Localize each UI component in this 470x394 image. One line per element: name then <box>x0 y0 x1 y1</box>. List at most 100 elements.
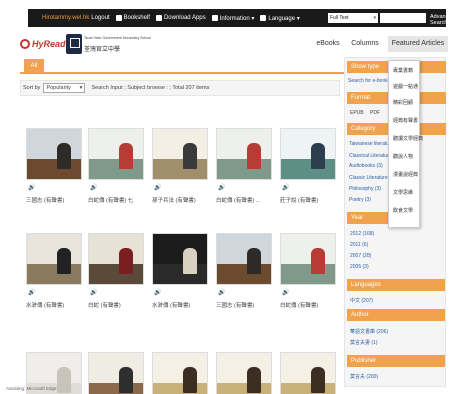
hyread-logo[interactable]: HyRead <box>20 39 66 49</box>
book-title[interactable]: 白蛇傳 (有聲書) <box>280 301 318 309</box>
cover-art <box>89 353 143 383</box>
popup-menu-item[interactable]: 聽讀文學經典 <box>393 135 423 142</box>
search-input[interactable] <box>380 13 426 23</box>
book-title[interactable]: 莊子說 (有聲書) <box>280 196 318 204</box>
book-title[interactable]: 水滸傳 (有聲書) <box>152 301 190 309</box>
audio-icon[interactable]: 🔊 <box>90 289 97 296</box>
book-item[interactable] <box>26 233 82 285</box>
audio-icon[interactable]: 🔊 <box>154 289 161 296</box>
user-name[interactable]: Hirotammy.wel.hk <box>42 15 89 21</box>
popup-menu-item[interactable]: 遊戲一點通 <box>393 83 418 90</box>
book-item[interactable] <box>88 128 144 180</box>
book-item[interactable] <box>280 128 336 180</box>
book-title[interactable]: 三國志 (有聲書) <box>216 301 254 309</box>
book-cover[interactable] <box>152 233 208 285</box>
audio-icon[interactable]: 🔊 <box>28 289 35 296</box>
audio-icon[interactable]: 🔊 <box>90 184 97 191</box>
book-cover[interactable] <box>216 233 272 285</box>
publisher-item[interactable]: 莫言夫 (200) <box>350 373 378 380</box>
book-cover[interactable] <box>280 128 336 180</box>
format-heading[interactable]: Format <box>347 92 391 104</box>
category-item[interactable]: Poetry (3) <box>349 197 371 203</box>
book-cover[interactable] <box>26 128 82 180</box>
format-pdf[interactable]: PDF <box>370 110 380 116</box>
author-item[interactable]: 華語文書庫 (206) <box>350 328 388 335</box>
book-cover[interactable] <box>88 352 144 394</box>
popup-highlight <box>416 123 446 135</box>
popup-menu-item[interactable]: 精彩回顧 <box>393 99 413 106</box>
audio-icon[interactable]: 🔊 <box>218 289 225 296</box>
nav-ebooks[interactable]: eBooks <box>314 36 342 52</box>
book-item[interactable] <box>88 233 144 285</box>
year-heading[interactable]: Year <box>347 212 391 224</box>
audio-icon[interactable]: 🔊 <box>282 184 289 191</box>
year-item[interactable]: 2012 (168) <box>350 231 374 237</box>
show-type-ebook-link[interactable]: Search for e-book <box>348 78 388 84</box>
cover-art <box>217 129 271 159</box>
book-item[interactable] <box>152 352 208 394</box>
audio-icon[interactable]: 🔊 <box>28 184 35 191</box>
audio-icon[interactable]: 🔊 <box>282 289 289 296</box>
book-cover[interactable] <box>216 128 272 180</box>
download-apps-link[interactable]: Download Apps <box>155 15 206 21</box>
category-item[interactable]: Audiobooks (3) <box>349 163 383 169</box>
popup-menu-item[interactable]: 專業書籍 <box>393 67 413 74</box>
author-item[interactable]: 莫言夫妻 (1) <box>350 339 378 346</box>
category-item[interactable]: Classical Literature <box>349 153 392 159</box>
audio-icon[interactable]: 🔊 <box>154 184 161 191</box>
audio-icon[interactable]: 🔊 <box>218 184 225 191</box>
information-menu[interactable]: Information ▾ <box>211 15 254 22</box>
sort-select[interactable]: Popularity <box>43 83 86 93</box>
book-cover[interactable] <box>216 352 272 394</box>
tab-all[interactable]: All <box>24 59 44 73</box>
book-title[interactable]: 水滸傳 (有聲書) <box>26 301 64 309</box>
language-item[interactable]: 中文 (207) <box>350 297 373 304</box>
book-item[interactable] <box>88 352 144 394</box>
book-title[interactable]: 三國志 (有聲書) <box>26 196 64 204</box>
logout-link[interactable]: Logout <box>91 15 109 21</box>
search-scope-select[interactable]: Full Text <box>328 13 378 23</box>
year-item[interactable]: 2011 (6) <box>350 242 368 248</box>
nav-featured-articles[interactable]: Featured Articles <box>388 36 448 52</box>
publisher-heading[interactable]: Publisher <box>347 355 445 367</box>
book-title[interactable]: 白蛇傳 (有聲書) 七 <box>88 196 133 204</box>
book-cover[interactable] <box>152 128 208 180</box>
popup-menu-item[interactable]: 飲食文學 <box>393 207 413 214</box>
nav-columns[interactable]: Columns <box>350 36 380 52</box>
popup-menu-item[interactable]: 聽說人物 <box>393 153 413 160</box>
book-title[interactable]: 白蛇 (有聲書) <box>88 301 121 309</box>
cover-figure <box>247 143 261 169</box>
year-item[interactable]: 2007 (28) <box>350 253 371 259</box>
bookshelf-link[interactable]: Bookshelf <box>115 15 150 21</box>
book-item[interactable] <box>216 233 272 285</box>
show-type-heading[interactable]: Show type <box>347 61 391 73</box>
book-item[interactable] <box>216 128 272 180</box>
category-item[interactable]: Philosophy (3) <box>349 186 381 192</box>
book-item[interactable] <box>280 233 336 285</box>
book-item[interactable] <box>152 233 208 285</box>
languages-heading[interactable]: Languages <box>347 279 445 291</box>
book-cover[interactable] <box>26 233 82 285</box>
book-cover[interactable] <box>280 352 336 394</box>
language-menu[interactable]: Language ▾ <box>260 15 300 22</box>
author-heading[interactable]: Author <box>347 309 445 321</box>
book-cover[interactable] <box>88 128 144 180</box>
book-title[interactable]: 孫子兵法 (有聲書) <box>152 196 196 204</box>
book-cover[interactable] <box>152 352 208 394</box>
popup-menu-item[interactable]: 漫畫說經典 <box>393 171 418 178</box>
advanced-search-link[interactable]: Advanced Search <box>430 14 454 26</box>
book-item[interactable] <box>216 352 272 394</box>
book-item[interactable] <box>152 128 208 180</box>
book-cover[interactable] <box>88 233 144 285</box>
popup-menu-item[interactable]: 文學思維 <box>393 189 413 196</box>
book-title[interactable]: 白蛇傳 (有聲書) ... <box>216 196 260 204</box>
top-bar: Hirotammy.wel.hk Logout Bookshelf Downlo… <box>28 9 454 27</box>
popup-menu-item[interactable]: 經典有聲書 <box>393 117 418 124</box>
year-item[interactable]: 2005 (3) <box>350 264 369 270</box>
format-epub[interactable]: EPUB <box>350 110 364 116</box>
book-item[interactable] <box>26 128 82 180</box>
book-cover[interactable] <box>280 233 336 285</box>
book-item[interactable] <box>280 352 336 394</box>
category-heading[interactable]: Category <box>347 123 391 135</box>
category-item[interactable]: Classic Literature <box>349 175 388 181</box>
